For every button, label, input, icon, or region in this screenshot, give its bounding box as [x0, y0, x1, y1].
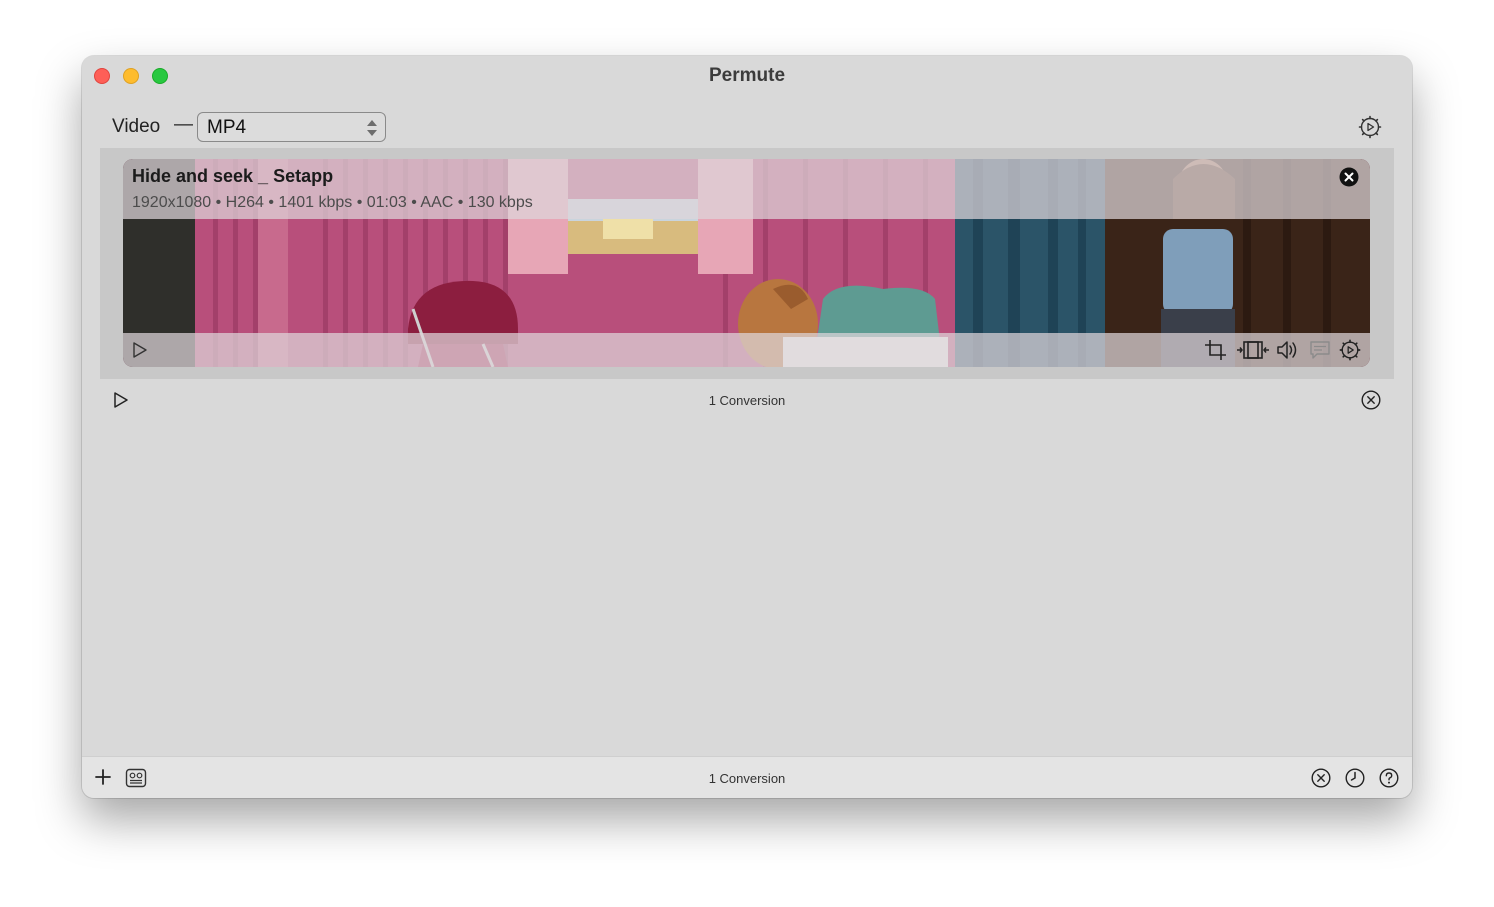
conversion-item[interactable]: Hide and seek _ Setapp 1920x1080 • H264 …: [123, 159, 1370, 367]
subtitles-icon[interactable]: [1308, 339, 1332, 361]
conversion-count: 1 Conversion: [708, 393, 786, 408]
play-icon[interactable]: [131, 341, 149, 359]
select-arrows-icon: [367, 120, 377, 136]
gear-play-icon[interactable]: [1358, 115, 1382, 139]
title-bar[interactable]: Permute: [82, 56, 1412, 98]
item-metadata: 1920x1080 • H264 • 1401 kbps • 01:03 • A…: [132, 194, 533, 211]
footer-bar: 1 Conversion: [82, 756, 1412, 798]
conversion-list: Hide and seek _ Setapp 1920x1080 • H264 …: [100, 148, 1394, 379]
close-filled-icon[interactable]: [1339, 167, 1359, 187]
cancel-circle-icon[interactable]: [1311, 768, 1331, 788]
crop-icon[interactable]: [1204, 339, 1228, 361]
format-type-label: Video: [112, 116, 161, 137]
trim-icon[interactable]: [1236, 339, 1270, 361]
format-select-value: MP4: [207, 117, 247, 138]
audio-icon[interactable]: [1276, 339, 1300, 361]
cancel-circle-icon[interactable]: [1361, 390, 1381, 410]
item-toolbar-overlay: [123, 333, 1370, 367]
help-icon[interactable]: [1379, 768, 1399, 788]
window-title: Permute: [708, 65, 786, 86]
settings-icon[interactable]: [1338, 339, 1362, 361]
item-title: Hide and seek _ Setapp: [132, 166, 334, 186]
history-icon[interactable]: [1345, 768, 1365, 788]
app-window: Permute Video — MP4 Hide and seek _ Seta…: [82, 56, 1412, 798]
footer-conversion-count: 1 Conversion: [708, 771, 786, 786]
format-separator: —: [174, 114, 193, 135]
format-select[interactable]: MP4: [197, 112, 386, 142]
